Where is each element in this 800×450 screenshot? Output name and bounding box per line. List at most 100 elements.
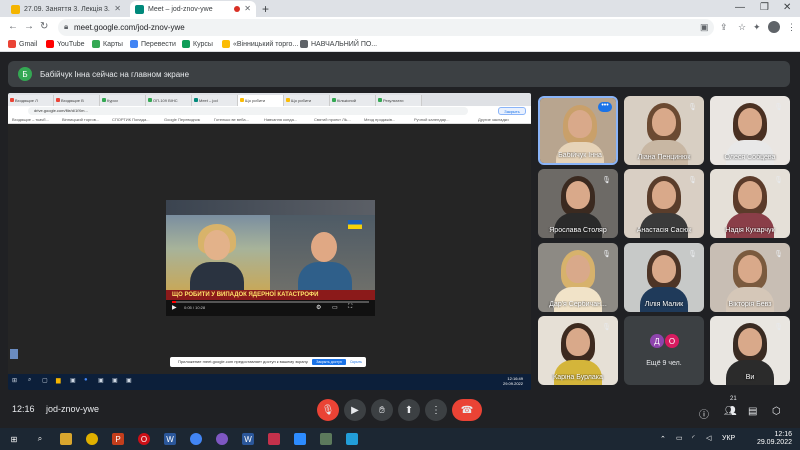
end-call-button[interactable]: ☎︎	[452, 399, 482, 421]
more-avatars: ДО	[650, 334, 680, 350]
address-bar[interactable]: 🔒︎ meet.google.com/jod-znov-ywe	[58, 19, 714, 36]
more-participants-tile[interactable]: Д О Ещё 9 чел.	[624, 316, 704, 385]
mic-muted-icon: 🎙︎	[602, 251, 611, 258]
participant-tile[interactable]: 🎙︎ Ярослава Столяр	[538, 169, 618, 238]
shared-bookmark: Вінницький торгов...	[62, 117, 100, 122]
bookmark-maps[interactable]: Карты	[92, 40, 123, 48]
chat-icon[interactable]: ▤	[748, 406, 757, 417]
close-window-icon[interactable]: ✕	[783, 2, 791, 13]
extensions-icon[interactable]: ✦	[753, 22, 761, 33]
info-icon[interactable]: ⓘ	[699, 406, 709, 421]
app-icon[interactable]	[86, 433, 98, 445]
camera-button[interactable]: ▶︎	[344, 399, 366, 421]
participant-tile[interactable]: 🎙︎ Вікторія Бевз	[710, 243, 790, 312]
participant-name: Ярослава Столяр	[549, 227, 607, 234]
participant-body	[640, 213, 688, 238]
back-icon[interactable]: ←	[8, 21, 18, 32]
bookmark-translate[interactable]: Перевести	[130, 40, 176, 48]
participant-tile[interactable]: 🎙︎ Анастасія Сасюк	[624, 169, 704, 238]
bookmark-courses[interactable]: Курсы	[182, 40, 213, 48]
star-icon[interactable]: ☆	[738, 22, 746, 33]
telegram-icon[interactable]	[346, 433, 358, 445]
participant-tile[interactable]: 🎙︎ Ліана Пенцинюк	[624, 96, 704, 165]
new-tab-button[interactable]: +	[262, 2, 269, 16]
tab-favicon-icon	[11, 5, 20, 14]
participant-tile[interactable]: 🎙︎ Олеся Собцева	[710, 96, 790, 165]
participant-tile[interactable]: 🎙︎ Надія Кухарчук	[710, 169, 790, 238]
close-tab-icon[interactable]: ✕	[114, 4, 121, 13]
mic-muted-icon: 🎙︎	[602, 177, 611, 184]
bookmark-youtube[interactable]: YouTube	[46, 40, 85, 48]
participant-tile[interactable]: 🎙︎ Лілія Малик	[624, 243, 704, 312]
more-options-button[interactable]: ⋮	[425, 399, 447, 421]
shared-bookmarks: Входящие – ткачб... Вінницький торгов...…	[8, 116, 531, 124]
participant-name: Дар'я Сербичан...	[549, 301, 607, 308]
participant-tile[interactable]: 🎙︎ Дар'я Сербичан...	[538, 243, 618, 312]
windows-start-icon[interactable]: ⊞	[8, 433, 20, 445]
word-icon[interactable]: W	[242, 433, 254, 445]
opera-icon[interactable]: O	[138, 433, 150, 445]
system-clock[interactable]: 12:16 29.09.2022	[757, 431, 792, 447]
shared-bookmark: Святий проект ЛЬ...	[314, 117, 351, 122]
camera-icon[interactable]: ▣	[700, 22, 709, 33]
browser-tab-active[interactable]: Meet – jod-znov-ywe ✕	[130, 1, 256, 17]
people-icon[interactable]: 👥︎	[724, 406, 737, 417]
meeting-time: 12:16	[12, 404, 35, 414]
address-url: meet.google.com/jod-znov-ywe	[74, 23, 185, 32]
recording-dot-icon	[234, 6, 240, 12]
app-icon[interactable]	[320, 433, 332, 445]
close-tab-icon[interactable]: ✕	[244, 4, 251, 13]
mic-muted-icon: 🎙︎	[774, 251, 783, 258]
chrome-icon: ●	[84, 377, 88, 383]
bookmark-gmail[interactable]: Gmail	[8, 40, 37, 48]
participant-body	[554, 360, 602, 385]
app-icon[interactable]	[268, 433, 280, 445]
participant-name: Ліана Пенцинюк	[637, 154, 691, 161]
participant-name: Ви	[745, 374, 755, 381]
browser-tab[interactable]: 27.09. Заняття 3. Лекція 3. ✕	[6, 1, 126, 17]
meet-favicon-icon	[135, 5, 144, 14]
tray-chevron-icon[interactable]: ⌃	[660, 435, 666, 443]
participant-tile[interactable]: 🎙︎ Ви	[710, 316, 790, 385]
video-caption: ЩО РОБИТИ У ВИПАДОК ЯДЕРНОЇ КАТАСТРОФИ	[166, 290, 375, 300]
bookmark-vinnytsia[interactable]: «Вінницький торго...	[222, 40, 298, 48]
forward-icon[interactable]: →	[24, 21, 34, 32]
bookmark-icon	[300, 40, 308, 48]
video-top-strip	[166, 200, 375, 215]
video-progress	[172, 301, 369, 303]
stop-sharing-button: Закрыть доступ	[312, 359, 346, 365]
mic-off-button[interactable]: 🎙︎	[317, 399, 339, 421]
chrome-icon[interactable]	[190, 433, 202, 445]
shared-tab: Входящие В	[54, 95, 100, 106]
profile-avatar[interactable]	[768, 21, 780, 33]
activities-icon[interactable]: ⬡	[772, 406, 781, 417]
maximize-icon[interactable]: ❐	[760, 2, 769, 13]
participant-tile[interactable]: ••• Бабійчук Інна	[538, 96, 618, 165]
wifi-icon: ◜	[692, 435, 695, 442]
reload-icon[interactable]: ↻	[40, 21, 48, 32]
shared-tab: Кількісний	[330, 95, 376, 106]
shared-screen: Входящие Л Входящие В Курси ОП-109 ВІНС …	[8, 93, 531, 390]
menu-icon[interactable]: ⋮	[787, 22, 796, 33]
participant-name: Вікторія Бевз	[728, 301, 772, 308]
translate-icon	[130, 40, 138, 48]
participant-face	[738, 328, 762, 356]
video-controls: ▶ 0:05 / 10:28 ⚙ ▭ ⛶	[166, 300, 375, 316]
share-icon[interactable]: ⇪	[720, 22, 728, 33]
language-indicator[interactable]: УКР	[722, 435, 735, 442]
search-icon[interactable]: ⌕	[34, 433, 46, 445]
participant-tile[interactable]: 🎙︎ Каріна Бурлака	[538, 316, 618, 385]
viber-icon[interactable]	[216, 433, 228, 445]
present-button[interactable]: ⬆︎	[398, 399, 420, 421]
minimize-icon[interactable]: —	[735, 2, 745, 13]
word-icon[interactable]: W	[164, 433, 176, 445]
participant-face	[738, 108, 762, 136]
file-explorer-icon[interactable]	[60, 433, 72, 445]
raise-hand-button[interactable]: ✋︎	[371, 399, 393, 421]
shared-tab-active: Що робити	[238, 95, 284, 106]
bookmark-navchalnyi[interactable]: НАВЧАЛЬНИЙ ПО...	[300, 40, 377, 48]
participant-body	[726, 213, 774, 238]
zoom-icon[interactable]	[294, 433, 306, 445]
powerpoint-icon[interactable]: P	[112, 433, 124, 445]
tile-options-icon[interactable]: •••	[598, 102, 612, 112]
